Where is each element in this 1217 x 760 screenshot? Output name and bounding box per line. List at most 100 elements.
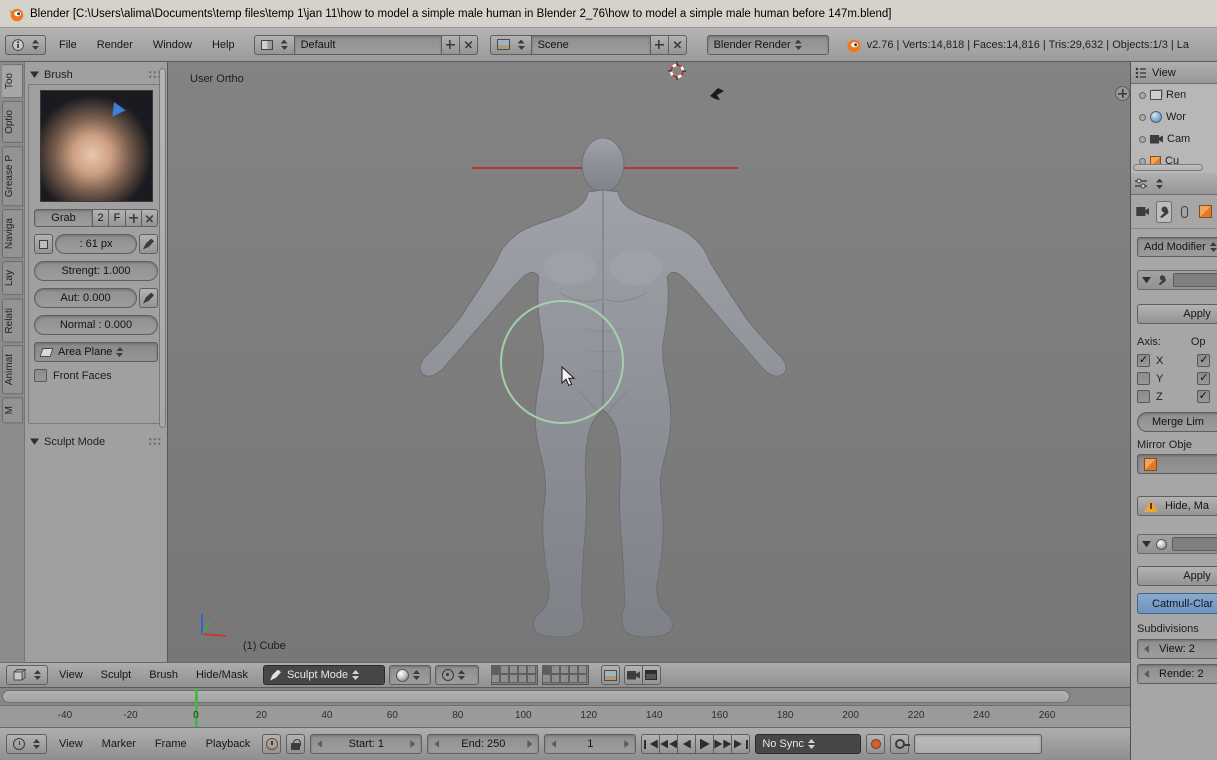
- expand-icon[interactable]: [1139, 92, 1146, 99]
- frame-start-field[interactable]: Start: 1: [310, 734, 422, 754]
- menu-frame[interactable]: Frame: [148, 738, 194, 750]
- menu-help[interactable]: Help: [205, 39, 242, 51]
- increment-arrow-icon[interactable]: [624, 740, 629, 748]
- autosmooth-slider[interactable]: Aut: 0.000: [34, 288, 137, 308]
- mode-dropdown[interactable]: Sculpt Mode: [263, 665, 385, 685]
- viewport-shading-dropdown[interactable]: [389, 665, 431, 685]
- editor-type-selector[interactable]: [5, 35, 46, 55]
- menu-view[interactable]: View: [52, 669, 90, 681]
- tab-grease-pencil[interactable]: Grease P: [2, 146, 23, 206]
- catmull-clark-toggle[interactable]: Catmull-Clar: [1137, 593, 1217, 614]
- editor-type-selector[interactable]: [6, 665, 48, 685]
- modifier-name-field[interactable]: [1172, 537, 1217, 551]
- timeline-scrollbar[interactable]: [2, 690, 1070, 703]
- opengl-render-anim-button[interactable]: [642, 665, 661, 685]
- layers-widget[interactable]: [491, 665, 538, 685]
- screen-layout-delete-button[interactable]: [459, 35, 478, 55]
- 3d-viewport[interactable]: User Ortho: [168, 62, 1130, 662]
- mirror-apply-button[interactable]: Apply: [1137, 304, 1217, 324]
- editor-type-selector[interactable]: [6, 734, 47, 754]
- add-brush-button[interactable]: [125, 209, 142, 227]
- tool-shelf-scrollbar[interactable]: [159, 68, 166, 428]
- frame-end-field[interactable]: End: 250: [427, 734, 539, 754]
- outliner-item-renderlayers[interactable]: Ren: [1131, 84, 1217, 106]
- menu-file[interactable]: File: [52, 39, 84, 51]
- layer-toggle[interactable]: [509, 674, 518, 683]
- auto-keyframe-button[interactable]: [866, 734, 885, 754]
- layer-toggle[interactable]: [491, 665, 500, 674]
- menu-brush[interactable]: Brush: [142, 669, 185, 681]
- next-keyframe-button[interactable]: [713, 734, 732, 754]
- menu-marker[interactable]: Marker: [95, 738, 143, 750]
- menu-render[interactable]: Render: [90, 39, 140, 51]
- layer-toggle[interactable]: [569, 674, 578, 683]
- layer-toggle[interactable]: [560, 674, 569, 683]
- layer-toggle[interactable]: [551, 674, 560, 683]
- layer-toggle[interactable]: [578, 674, 587, 683]
- tab-navigation[interactable]: Naviga: [2, 209, 23, 258]
- jump-to-end-button[interactable]: [731, 734, 750, 754]
- tab-constraints[interactable]: [1177, 201, 1193, 223]
- playhead[interactable]: [195, 688, 198, 706]
- layer-toggle[interactable]: [551, 665, 560, 674]
- option-vertex-groups-checkbox[interactable]: [1197, 390, 1210, 403]
- current-frame-field[interactable]: 1: [544, 734, 636, 754]
- play-reverse-button[interactable]: [677, 734, 696, 754]
- lock-time-button[interactable]: [286, 734, 305, 754]
- layer-toggle[interactable]: [518, 674, 527, 683]
- menu-playback[interactable]: Playback: [199, 738, 258, 750]
- decrement-arrow-icon[interactable]: [1144, 645, 1149, 653]
- axis-x-checkbox[interactable]: [1137, 354, 1150, 367]
- modifier-warning-button[interactable]: Hide, Ma: [1137, 496, 1217, 516]
- tab-options[interactable]: Optio: [2, 101, 23, 143]
- subdivisions-view-field[interactable]: View: 2: [1137, 639, 1217, 659]
- layer-toggle[interactable]: [527, 674, 536, 683]
- outliner-item-camera[interactable]: Cam: [1131, 128, 1217, 150]
- option-clipping-checkbox[interactable]: [1197, 372, 1210, 385]
- layer-toggle[interactable]: [569, 665, 578, 674]
- keying-set-field[interactable]: [914, 734, 1042, 754]
- screen-layout-add-button[interactable]: [441, 35, 460, 55]
- layer-toggle[interactable]: [560, 665, 569, 674]
- menu-sculpt[interactable]: Sculpt: [94, 669, 139, 681]
- brush-name-field[interactable]: Grab: [34, 209, 93, 227]
- menu-window[interactable]: Window: [146, 39, 199, 51]
- keying-options-button[interactable]: [890, 734, 909, 754]
- subsurf-apply-button[interactable]: Apply: [1137, 566, 1217, 586]
- tab-object[interactable]: [1197, 201, 1213, 223]
- expand-icon[interactable]: [1139, 114, 1146, 121]
- expand-icon[interactable]: [1139, 136, 1146, 143]
- play-button[interactable]: [695, 734, 714, 754]
- normal-weight-slider[interactable]: Normal : 0.000: [34, 315, 158, 335]
- layer-toggle[interactable]: [542, 674, 551, 683]
- layer-toggle[interactable]: [542, 665, 551, 674]
- axis-y-checkbox[interactable]: [1137, 372, 1150, 385]
- layers-widget[interactable]: [542, 665, 589, 685]
- add-modifier-dropdown[interactable]: Add Modifier: [1137, 237, 1217, 257]
- layer-toggle[interactable]: [491, 674, 500, 683]
- layer-toggle[interactable]: [500, 665, 509, 674]
- modifier-name-field[interactable]: [1173, 273, 1217, 287]
- sculpt-mode-panel-header[interactable]: Sculpt Mode: [28, 432, 164, 451]
- unlink-brush-button[interactable]: [141, 209, 158, 227]
- radius-pressure-button[interactable]: [139, 234, 158, 254]
- decrement-arrow-icon[interactable]: [551, 740, 556, 748]
- brush-panel-header[interactable]: Brush: [28, 65, 164, 84]
- option-merge-checkbox[interactable]: [1197, 354, 1210, 367]
- layer-toggle[interactable]: [578, 665, 587, 674]
- panel-drag-dots-icon[interactable]: [148, 437, 162, 446]
- menu-hide-mask[interactable]: Hide/Mask: [189, 669, 255, 681]
- radius-slider[interactable]: : 61 px: [55, 234, 137, 254]
- outliner-scrollbar[interactable]: [1133, 164, 1203, 171]
- outliner-item-world[interactable]: Wor: [1131, 106, 1217, 128]
- decrement-arrow-icon[interactable]: [434, 740, 439, 748]
- scene-delete-button[interactable]: [668, 35, 687, 55]
- brush-preview[interactable]: [40, 90, 153, 202]
- autosmooth-pressure-button[interactable]: [139, 288, 158, 308]
- axis-z-checkbox[interactable]: [1137, 390, 1150, 403]
- sculpt-plane-dropdown[interactable]: Area Plane: [34, 342, 158, 362]
- render-engine-dropdown[interactable]: Blender Render: [707, 35, 829, 55]
- tab-tools[interactable]: Too: [2, 64, 23, 98]
- tab-layers[interactable]: Lay: [2, 261, 23, 295]
- open-properties-region-button[interactable]: [1115, 86, 1130, 101]
